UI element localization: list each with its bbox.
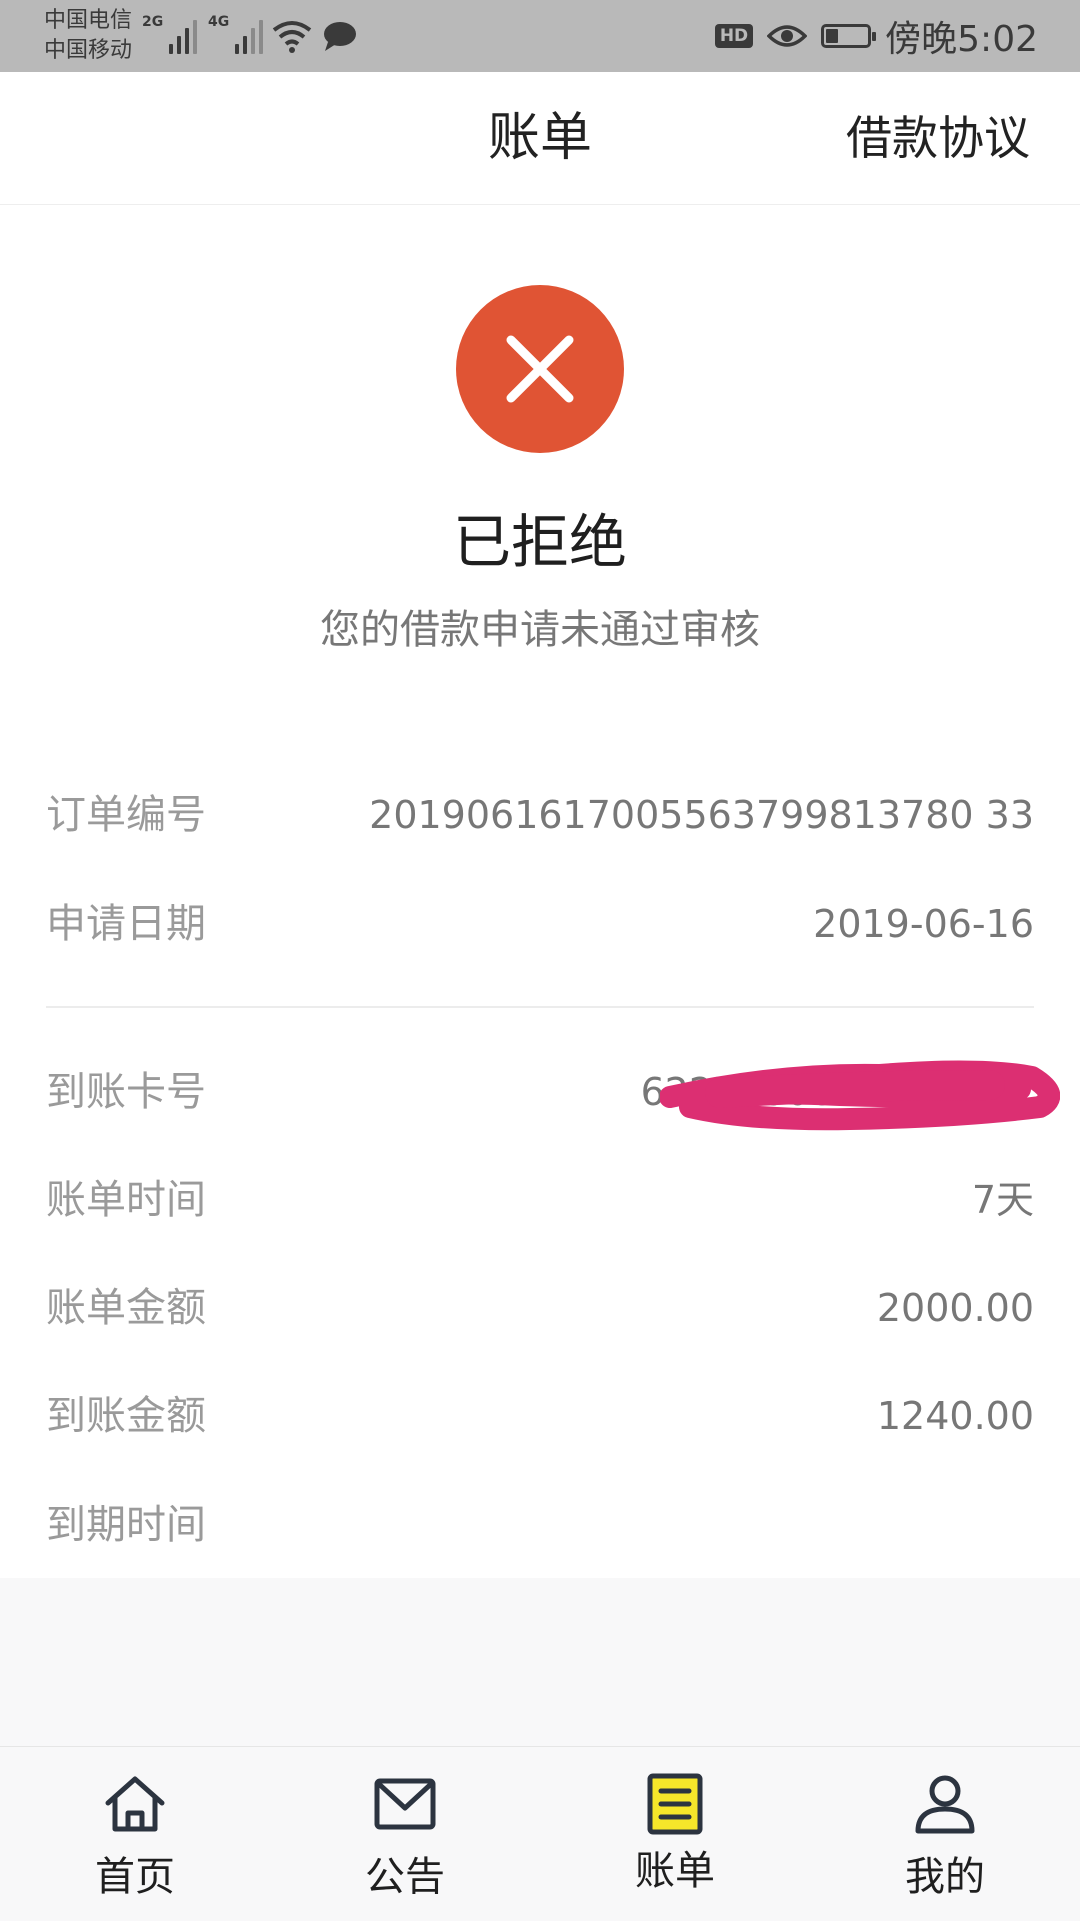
close-icon: [506, 335, 574, 403]
detail-label: 订单编号: [46, 792, 206, 838]
nav-label: 我的: [905, 1854, 985, 1900]
loan-agreement-link[interactable]: 借款协议: [846, 72, 1030, 204]
detail-row-due-time: 到期时间: [46, 1485, 1034, 1565]
nav-item-mine[interactable]: 我的: [810, 1747, 1080, 1921]
wifi-icon: [272, 21, 312, 53]
detail-value: 1240.00: [876, 1394, 1034, 1438]
nav-label: 首页: [95, 1854, 175, 1900]
signal-1-icon: 2G: [142, 14, 198, 54]
detail-label: 到账卡号: [46, 1069, 206, 1115]
redaction-scribble: [660, 1060, 1060, 1131]
detail-row-bill-amount: 账单金额 2000.00: [46, 1268, 1034, 1348]
user-icon: [915, 1775, 975, 1834]
clock: 傍晚5:02: [885, 19, 1038, 60]
detail-row-received-amount: 到账金额 1240.00: [46, 1376, 1034, 1456]
nav-label: 公告: [365, 1854, 445, 1900]
detail-value: 2019061617005563799813780 33: [369, 793, 1034, 837]
content-footer-area: [0, 1578, 1080, 1746]
rejected-status-icon: [456, 285, 624, 453]
signal-1-label: 2G: [142, 14, 164, 30]
signal-2-label: 4G: [208, 14, 230, 30]
status-bar: 中国电信 中国移动 2G 4G HD 傍晚5:02: [0, 0, 1080, 72]
hd-badge: HD: [714, 24, 754, 48]
signal-2-icon: 4G: [208, 14, 264, 54]
detail-value: 7天: [971, 1178, 1034, 1222]
detail-value: 2019-06-16: [813, 902, 1034, 946]
nav-item-home[interactable]: 首页: [0, 1747, 270, 1921]
detail-label: 账单金额: [46, 1285, 206, 1331]
status-subtitle: 您的借款申请未通过审核: [320, 607, 760, 653]
nav-item-notice[interactable]: 公告: [270, 1747, 540, 1921]
bill-icon: [647, 1773, 703, 1835]
bottom-nav: 首页 公告 账单 我的: [0, 1746, 1080, 1921]
battery-icon: [821, 24, 877, 48]
status-right: HD 傍晚5:02: [714, 14, 1038, 60]
nav-label: 账单: [635, 1848, 715, 1894]
detail-label: 到期时间: [46, 1502, 206, 1548]
nav-item-bill[interactable]: 账单: [540, 1747, 810, 1921]
carrier-1: 中国电信: [44, 8, 133, 33]
mail-icon: [374, 1778, 436, 1830]
status-title: 已拒绝: [452, 508, 627, 576]
detail-row-bill-period: 账单时间 7天: [46, 1160, 1034, 1240]
detail-label: 申请日期: [46, 901, 206, 947]
app-header: 账单 借款协议: [0, 72, 1080, 205]
home-icon: [105, 1776, 165, 1832]
detail-row-apply-date: 申请日期 2019-06-16: [46, 884, 1034, 964]
eye-icon: [767, 25, 808, 47]
carrier-2: 中国移动: [44, 38, 133, 63]
carrier-names: 中国电信 中国移动: [44, 6, 132, 66]
detail-label: 账单时间: [46, 1177, 206, 1223]
detail-value: 2000.00: [876, 1286, 1034, 1330]
chat-icon: [324, 22, 356, 51]
detail-row-order-no: 订单编号 2019061617005563799813780 33: [46, 775, 1034, 855]
detail-label: 到账金额: [46, 1393, 206, 1439]
section-divider: [46, 1006, 1034, 1008]
